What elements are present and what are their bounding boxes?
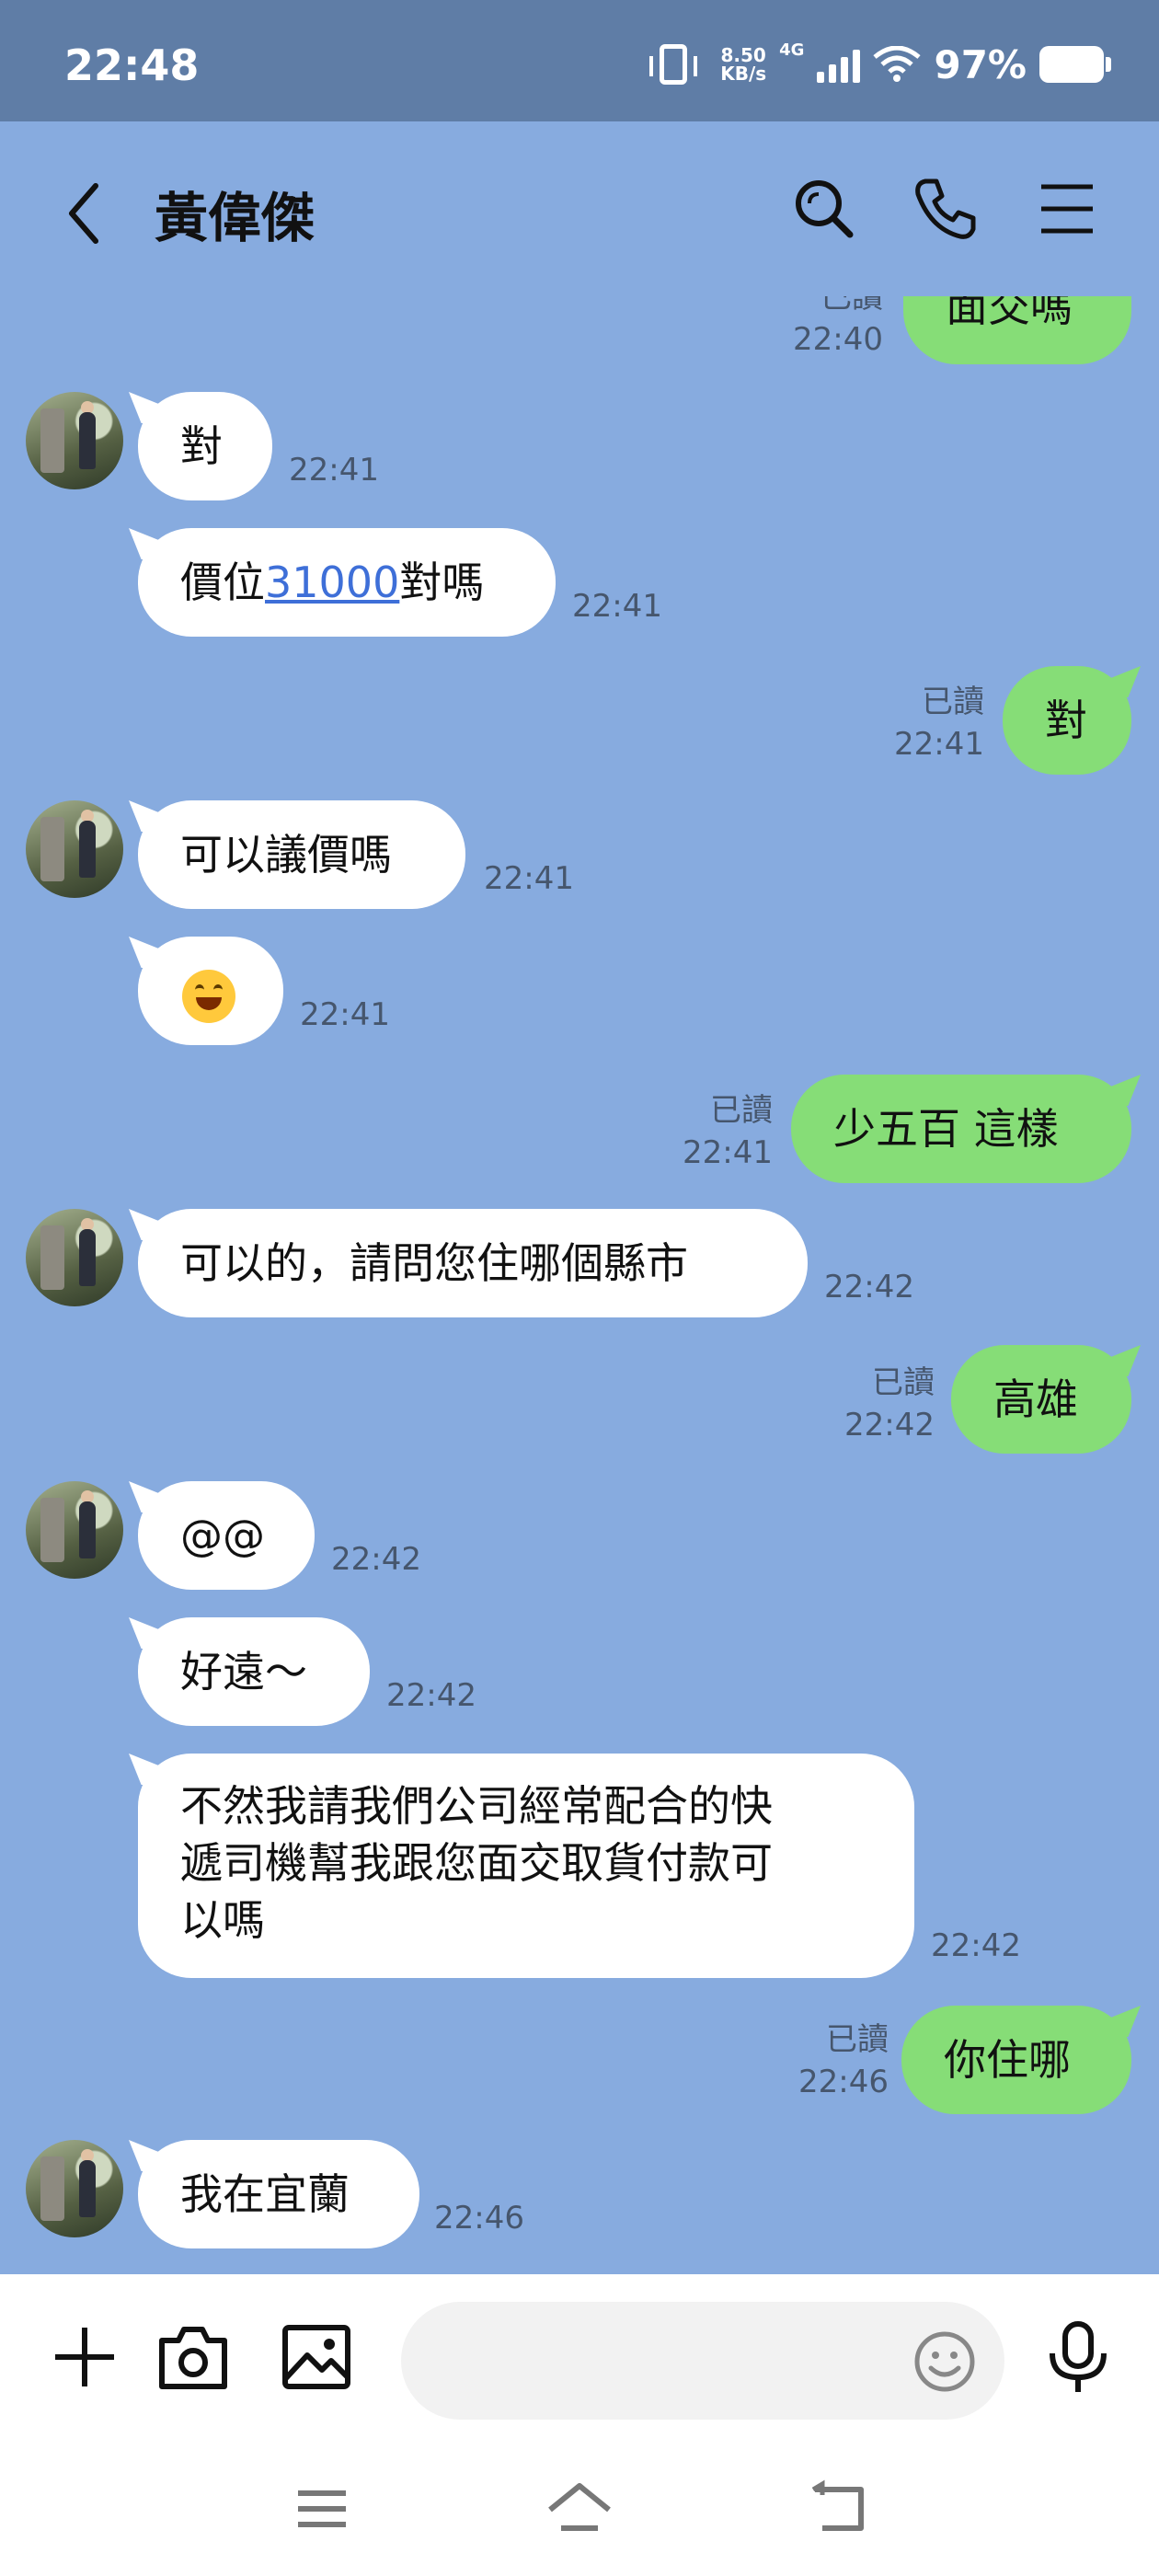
message-meta: 已讀 22:41 bbox=[874, 681, 984, 765]
message-time: 22:41 bbox=[894, 726, 984, 763]
smiling-face-emoji-icon bbox=[182, 969, 235, 1023]
message-meta: 已讀 22:40 bbox=[791, 296, 883, 361]
message-text: 少五百 這樣 bbox=[833, 1104, 1059, 1154]
message-bubble-incoming[interactable] bbox=[138, 937, 283, 1045]
message-time: 22:42 bbox=[824, 1269, 914, 1305]
image-icon[interactable] bbox=[278, 2318, 355, 2396]
avatar[interactable] bbox=[26, 1481, 123, 1579]
read-status: 已讀 bbox=[820, 296, 883, 316]
message-bubble-incoming[interactable]: 價位31000對嗎 bbox=[138, 528, 556, 637]
battery-icon bbox=[1039, 46, 1111, 83]
message-text: 你住哪 bbox=[944, 2035, 1071, 2085]
battery-percent: 97% bbox=[934, 41, 1027, 87]
message-time: 22:42 bbox=[386, 1677, 476, 1714]
message-meta: 已讀 22:46 bbox=[787, 2018, 889, 2103]
plus-icon[interactable] bbox=[46, 2318, 123, 2396]
vibrate-icon bbox=[649, 44, 698, 85]
message-time: 22:41 bbox=[289, 452, 379, 489]
avatar[interactable] bbox=[26, 800, 123, 898]
message-text-suffix: 對嗎 bbox=[399, 558, 485, 607]
message-text: 可以的，請問您住哪個縣市 bbox=[180, 1238, 688, 1288]
message-bubble-incoming[interactable]: 對 bbox=[138, 392, 272, 500]
avatar[interactable] bbox=[26, 1209, 123, 1306]
read-status: 已讀 bbox=[826, 2021, 889, 2058]
message-time: 22:41 bbox=[300, 996, 390, 1033]
net-speed-value: 8.50 bbox=[720, 44, 766, 66]
microphone-icon[interactable] bbox=[1039, 2318, 1117, 2396]
message-bubble-incoming[interactable]: 可以的，請問您住哪個縣市 bbox=[138, 1209, 808, 1317]
message-time: 22:42 bbox=[331, 1541, 421, 1578]
chat-area[interactable]: 已讀 22:40 面交嗎 對 22:41 價位31000對嗎 22:41 已讀 … bbox=[0, 296, 1159, 2274]
message-bubble-incoming[interactable]: 好遠～ bbox=[138, 1617, 370, 1726]
read-status: 已讀 bbox=[872, 1364, 935, 1401]
net-speed-unit: KB/s bbox=[720, 63, 767, 85]
message-time: 22:41 bbox=[683, 1134, 773, 1171]
message-link[interactable]: 31000 bbox=[265, 558, 399, 607]
menu-icon[interactable] bbox=[1032, 172, 1106, 246]
avatar[interactable] bbox=[26, 2140, 123, 2237]
status-bar: 22:48 8.50 KB/s 4G 97% bbox=[0, 0, 1159, 121]
message-bubble-outgoing[interactable]: 少五百 這樣 bbox=[791, 1075, 1131, 1183]
camera-icon[interactable] bbox=[155, 2318, 232, 2396]
emoji-icon[interactable] bbox=[912, 2329, 977, 2394]
wifi-icon bbox=[873, 46, 922, 82]
read-status: 已讀 bbox=[710, 1092, 773, 1129]
message-text: 可以議價嗎 bbox=[180, 830, 392, 880]
status-time: 22:48 bbox=[64, 40, 200, 90]
message-text: 對 bbox=[1045, 696, 1087, 745]
phone-icon[interactable] bbox=[909, 172, 982, 246]
input-bar bbox=[0, 2274, 1159, 2440]
read-status: 已讀 bbox=[922, 684, 984, 720]
message-bubble-outgoing[interactable]: 對 bbox=[1003, 666, 1131, 775]
message-bubble-incoming[interactable]: 可以議價嗎 bbox=[138, 800, 465, 909]
status-icons: 8.50 KB/s 4G 97% bbox=[649, 37, 1111, 92]
message-time: 22:42 bbox=[844, 1407, 935, 1443]
search-icon[interactable] bbox=[787, 172, 861, 246]
message-meta: 已讀 22:41 bbox=[671, 1089, 773, 1174]
message-text-line: 不然我請我們公司經常配合的快 bbox=[180, 1781, 773, 1831]
net-speed: 8.50 KB/s bbox=[720, 46, 766, 83]
message-bubble-incoming[interactable]: @@ bbox=[138, 1481, 315, 1590]
message-time: 22:41 bbox=[572, 588, 662, 625]
message-text-line: 以嗎 bbox=[180, 1895, 265, 1945]
message-bubble-outgoing[interactable]: 面交嗎 bbox=[903, 296, 1131, 364]
message-time: 22:42 bbox=[931, 1927, 1021, 1964]
message-input[interactable] bbox=[401, 2302, 1004, 2420]
message-text-line: 遞司機幫我跟您面交取貨付款可 bbox=[180, 1838, 773, 1888]
chat-header: 黃偉傑 bbox=[0, 121, 1159, 296]
nav-back-icon[interactable] bbox=[800, 2477, 874, 2541]
signal-icon bbox=[817, 46, 861, 83]
back-icon[interactable] bbox=[59, 177, 114, 250]
message-time: 22:46 bbox=[798, 2064, 889, 2100]
message-bubble-incoming[interactable]: 不然我請我們公司經常配合的快 遞司機幫我跟您面交取貨付款可 以嗎 bbox=[138, 1754, 914, 1978]
message-text: @@ bbox=[180, 1511, 265, 1560]
message-text: 好遠～ bbox=[180, 1647, 307, 1696]
message-bubble-incoming[interactable]: 我在宜蘭 bbox=[138, 2140, 419, 2248]
nav-home-icon[interactable] bbox=[543, 2477, 616, 2541]
system-nav-bar bbox=[0, 2440, 1159, 2576]
message-text-prefix: 價位 bbox=[180, 558, 265, 607]
message-bubble-outgoing[interactable]: 你住哪 bbox=[901, 2006, 1131, 2114]
message-text: 面交嗎 bbox=[946, 296, 1073, 331]
message-text: 我在宜蘭 bbox=[180, 2169, 350, 2219]
message-text: 高雄 bbox=[993, 1374, 1078, 1424]
chat-title: 黃偉傑 bbox=[155, 187, 316, 249]
signal-label: 4G bbox=[779, 40, 805, 60]
message-time: 22:40 bbox=[793, 321, 883, 358]
message-time: 22:46 bbox=[434, 2200, 524, 2237]
message-text: 對 bbox=[180, 421, 223, 471]
message-meta: 已讀 22:42 bbox=[837, 1362, 935, 1446]
avatar[interactable] bbox=[26, 392, 123, 489]
message-bubble-outgoing[interactable]: 高雄 bbox=[951, 1345, 1131, 1454]
nav-menu-icon[interactable] bbox=[285, 2477, 359, 2541]
message-time: 22:41 bbox=[484, 860, 574, 897]
